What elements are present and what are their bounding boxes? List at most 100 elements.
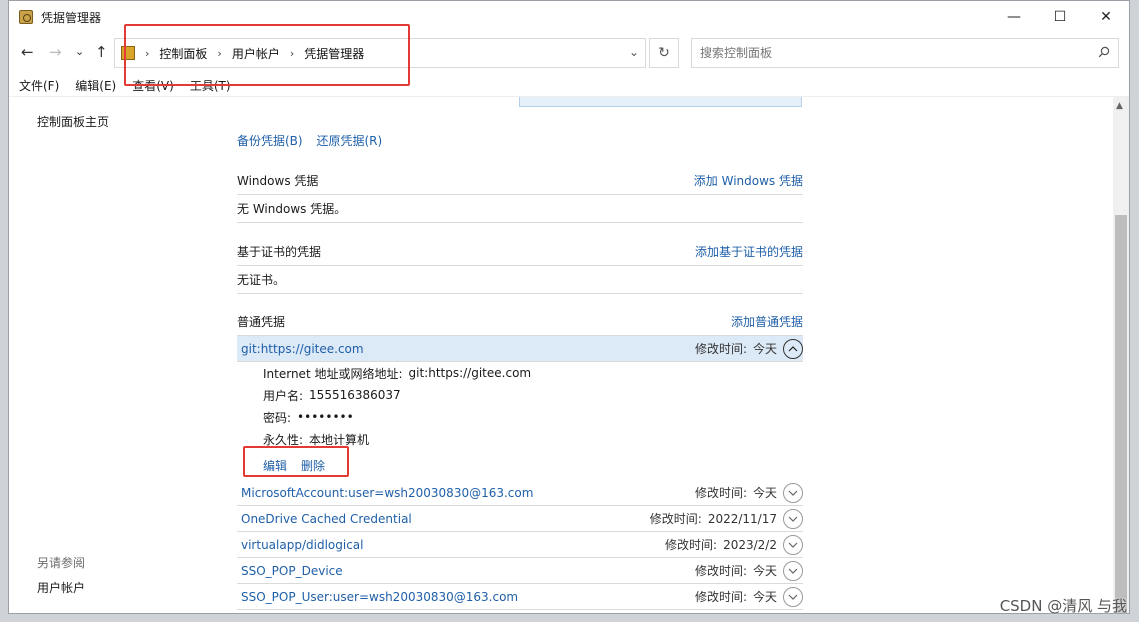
modified-label: 修改时间: bbox=[694, 486, 747, 500]
modified-label: 修改时间: bbox=[649, 512, 702, 526]
chevron-down-icon[interactable]: ⌄ bbox=[629, 45, 639, 59]
credential-meta: 修改时间: 今天 bbox=[694, 482, 803, 503]
chevron-down-icon[interactable] bbox=[783, 534, 803, 555]
menu-bar: 文件(F) 编辑(E) 查看(V) 工具(T) bbox=[9, 75, 1129, 97]
search-icon[interactable] bbox=[1098, 46, 1110, 58]
chevron-down-icon[interactable] bbox=[783, 560, 803, 581]
credential-actions: 编辑 删除 bbox=[263, 450, 803, 480]
menu-file[interactable]: 文件(F) bbox=[19, 77, 59, 94]
breadcrumb-user-accounts[interactable]: 用户帐户 bbox=[232, 45, 280, 62]
credential-row[interactable]: SSO_POP_User:user=wsh20030830@163.com 修改时… bbox=[237, 584, 803, 610]
back-arrow-icon[interactable]: ← bbox=[21, 43, 34, 61]
forward-arrow-icon[interactable]: → bbox=[49, 43, 62, 61]
credential-manager-window: 凭据管理器 — ☐ ✕ ← → ⌄ ↑ › 控制面板 › 用户帐户 › 凭据管理… bbox=[8, 0, 1130, 614]
breadcrumb-credential-manager[interactable]: 凭据管理器 bbox=[304, 45, 364, 62]
backup-restore-links: 备份凭据(B) 还原凭据(R) bbox=[237, 132, 382, 149]
modified-value: 今天 bbox=[752, 342, 777, 356]
credential-meta: 修改时间: 今天 bbox=[694, 586, 803, 607]
windows-credentials-section: Windows 凭据 添加 Windows 凭据 无 Windows 凭据。 bbox=[237, 167, 803, 223]
up-arrow-icon[interactable]: ↑ bbox=[95, 43, 108, 61]
certificate-credentials-title: 基于证书的凭据 bbox=[237, 245, 322, 259]
credential-manager-icon bbox=[19, 10, 33, 24]
credential-name: SSO_POP_Device bbox=[241, 563, 343, 578]
see-also-heading: 另请参阅 bbox=[37, 556, 86, 570]
address-row: ← → ⌄ ↑ › 控制面板 › 用户帐户 › 凭据管理器 ⌄ ↻ bbox=[9, 33, 1129, 73]
credential-details: Internet 地址或网络地址: git:https://gitee.com … bbox=[237, 362, 803, 480]
chevron-down-icon[interactable] bbox=[783, 586, 803, 607]
control-panel-home-link[interactable]: 控制面板主页 bbox=[37, 115, 109, 129]
backup-credentials-link[interactable]: 备份凭据(B) bbox=[237, 134, 303, 148]
modified-label: 修改时间: bbox=[694, 590, 747, 604]
certificate-credentials-empty: 无证书。 bbox=[237, 266, 803, 294]
credential-meta: 修改时间: 今天 bbox=[694, 560, 803, 581]
detail-address: Internet 地址或网络地址: git:https://gitee.com bbox=[263, 362, 803, 384]
menu-edit[interactable]: 编辑(E) bbox=[75, 77, 116, 94]
windows-credentials-empty: 无 Windows 凭据。 bbox=[237, 195, 803, 223]
certificate-credentials-header: 基于证书的凭据 添加基于证书的凭据 bbox=[237, 238, 803, 266]
modified-label: 修改时间: bbox=[694, 342, 747, 356]
windows-credentials-title: Windows 凭据 bbox=[237, 174, 319, 188]
certificate-credentials-section: 基于证书的凭据 添加基于证书的凭据 无证书。 bbox=[237, 238, 803, 294]
address-bar[interactable]: › 控制面板 › 用户帐户 › 凭据管理器 ⌄ bbox=[114, 38, 646, 68]
scroll-up-icon[interactable]: ▲ bbox=[1116, 101, 1123, 111]
detail-persistence: 永久性: 本地计算机 bbox=[263, 428, 803, 450]
user-accounts-link[interactable]: 用户帐户 bbox=[37, 579, 85, 596]
restore-credentials-link[interactable]: 还原凭据(R) bbox=[316, 134, 382, 148]
modified-value: 今天 bbox=[752, 564, 777, 578]
add-generic-credential-link[interactable]: 添加普通凭据 bbox=[731, 313, 803, 330]
vertical-scrollbar[interactable]: ▲ bbox=[1113, 97, 1129, 613]
address-label: Internet 地址或网络地址: bbox=[263, 366, 403, 381]
generic-credentials-section: 普通凭据 添加普通凭据 git:https://gitee.com 修改时间: … bbox=[237, 308, 803, 610]
generic-credentials-header: 普通凭据 添加普通凭据 bbox=[237, 308, 803, 336]
search-input[interactable] bbox=[700, 46, 1080, 60]
watermark: CSDN @清风 与我 bbox=[999, 597, 1127, 615]
menu-tools[interactable]: 工具(T) bbox=[190, 77, 231, 94]
credential-name: virtualapp/didlogical bbox=[241, 537, 364, 552]
username-value: 155516386037 bbox=[309, 388, 401, 402]
menu-view[interactable]: 查看(V) bbox=[132, 77, 174, 94]
modified-label: 修改时间: bbox=[665, 538, 718, 552]
add-windows-credential-link[interactable]: 添加 Windows 凭据 bbox=[694, 172, 803, 189]
minimize-button[interactable]: — bbox=[991, 1, 1037, 33]
credential-meta: 修改时间: 2022/11/17 bbox=[649, 508, 803, 529]
chevron-down-icon[interactable] bbox=[783, 482, 803, 503]
detail-username: 用户名: 155516386037 bbox=[263, 384, 803, 406]
breadcrumb-control-panel[interactable]: 控制面板 bbox=[159, 45, 207, 62]
chevron-down-icon[interactable] bbox=[783, 508, 803, 529]
credential-row[interactable]: SSO_POP_Device 修改时间: 今天 bbox=[237, 558, 803, 584]
add-certificate-credential-link[interactable]: 添加基于证书的凭据 bbox=[695, 243, 803, 260]
credential-type-panel bbox=[519, 97, 802, 107]
maximize-button[interactable]: ☐ bbox=[1037, 1, 1083, 33]
window-title: 凭据管理器 bbox=[41, 10, 102, 25]
credential-name: OneDrive Cached Credential bbox=[241, 511, 412, 526]
credential-meta: 修改时间: 今天 bbox=[694, 338, 803, 359]
credential-row-gitee[interactable]: git:https://gitee.com 修改时间: 今天 bbox=[237, 336, 803, 362]
window-controls: — ☐ ✕ bbox=[991, 1, 1129, 33]
title-bar: 凭据管理器 — ☐ ✕ bbox=[9, 1, 1129, 33]
chevron-right-icon: › bbox=[289, 46, 295, 60]
generic-credentials-title: 普通凭据 bbox=[237, 315, 286, 329]
persistence-label: 永久性: bbox=[263, 432, 304, 447]
chevron-up-icon[interactable] bbox=[783, 338, 803, 359]
password-label: 密码: bbox=[263, 410, 292, 425]
edit-credential-link[interactable]: 编辑 bbox=[263, 457, 287, 474]
credential-row[interactable]: virtualapp/didlogical 修改时间: 2023/2/2 bbox=[237, 532, 803, 558]
windows-credentials-header: Windows 凭据 添加 Windows 凭据 bbox=[237, 167, 803, 195]
modified-value: 2023/2/2 bbox=[723, 537, 777, 552]
credential-list: MicrosoftAccount:user=wsh20030830@163.co… bbox=[237, 480, 803, 610]
credential-name: SSO_POP_User:user=wsh20030830@163.com bbox=[241, 589, 519, 604]
recent-locations-icon[interactable]: ⌄ bbox=[75, 45, 84, 58]
close-button[interactable]: ✕ bbox=[1083, 1, 1129, 33]
search-box[interactable] bbox=[691, 38, 1119, 68]
control-panel-icon bbox=[121, 46, 135, 60]
scrollbar-thumb[interactable] bbox=[1115, 215, 1127, 613]
credential-row[interactable]: OneDrive Cached Credential 修改时间: 2022/11/1… bbox=[237, 506, 803, 532]
delete-credential-link[interactable]: 删除 bbox=[301, 457, 325, 474]
refresh-button[interactable]: ↻ bbox=[649, 38, 679, 68]
modified-label: 修改时间: bbox=[694, 564, 747, 578]
detail-password: 密码: •••••••• bbox=[263, 406, 803, 428]
credential-row[interactable]: MicrosoftAccount:user=wsh20030830@163.co… bbox=[237, 480, 803, 506]
address-value: git:https://gitee.com bbox=[408, 366, 532, 380]
modified-value: 今天 bbox=[752, 486, 777, 500]
modified-value: 今天 bbox=[752, 590, 777, 604]
